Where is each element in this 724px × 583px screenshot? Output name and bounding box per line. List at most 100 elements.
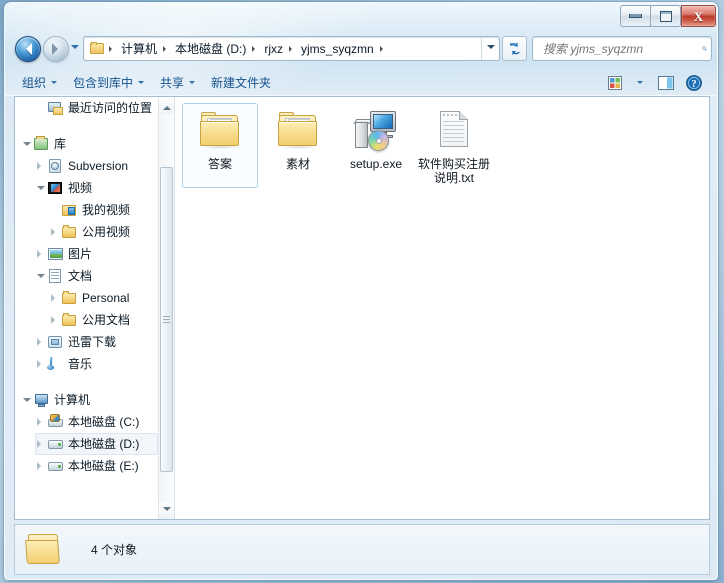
breadcrumb-item-1[interactable]: 本地磁盘 (D:) [172,38,249,59]
expand-toggle-icon[interactable] [49,316,61,324]
preview-pane-icon [658,75,674,90]
refresh-button[interactable] [502,36,527,61]
collapse-toggle-icon[interactable] [35,182,47,194]
change-view-button[interactable] [604,73,625,92]
minimize-icon [629,14,642,18]
file-item[interactable]: 素材 [260,103,336,188]
explorer-body: 最近访问的位置库 Subversion 视频我的视频公用视频图片文档 Personal… [14,96,710,520]
view-options-icon [607,75,622,90]
sidebar-item-label: 文档 [68,269,93,283]
breadcrumb-separator-icon[interactable] [109,45,115,52]
hard-disk-icon [47,458,64,474]
share-with-button[interactable]: 共享 [152,70,203,95]
text-file-icon [430,108,478,154]
scroll-up-button[interactable] [159,97,174,114]
collapse-toggle-icon[interactable] [21,138,33,150]
address-bar[interactable]: 计算机 本地磁盘 (D:) rjxz yjms_syqzmn [83,36,500,61]
sidebar-item-label: 音乐 [68,357,93,371]
file-item[interactable]: 软件购买注册说明.txt [416,103,492,188]
folder-blue-icon [61,202,78,218]
include-in-library-button[interactable]: 包含到库中 [65,70,152,95]
sidebar-item-2[interactable]: 库 [21,133,158,155]
sidebar-item-label: 公用视频 [82,225,131,239]
sidebar-item-17[interactable]: 本地磁盘 (E:) [35,455,158,477]
close-button[interactable]: X [681,5,716,27]
sidebar-item-14[interactable]: 计算机 [21,389,158,411]
status-bar: 4 个对象 [14,524,710,575]
folder-icon [61,290,78,306]
scroll-down-button[interactable] [159,502,174,519]
breadcrumb-separator-icon[interactable] [289,45,295,52]
sidebar-item-10[interactable]: 公用文档 [49,309,158,331]
expand-toggle-icon[interactable] [35,162,47,170]
navigation-row: 计算机 本地磁盘 (D:) rjxz yjms_syqzmn [5,33,717,65]
folder-icon [90,42,105,55]
expand-toggle-icon[interactable] [35,360,47,368]
sidebar-item-7[interactable]: 图片 [35,243,158,265]
file-item[interactable]: 答案 [182,103,258,188]
minimize-button[interactable] [620,5,651,27]
back-button[interactable] [15,36,41,62]
navigation-pane-scrollbar[interactable] [158,97,174,519]
arrow-right-icon [52,43,64,55]
collapse-toggle-icon[interactable] [35,270,47,282]
toolbar-right-group: ? [604,73,710,92]
search-box[interactable] [532,36,712,61]
expand-toggle-icon[interactable] [35,462,47,470]
sidebar-item-label: 最近访问的位置 [68,101,153,115]
caret-up-icon [162,102,171,110]
breadcrumb-item-3[interactable]: yjms_syqzmn [298,40,377,58]
sidebar-item-label: 本地磁盘 (E:) [68,459,139,473]
chevron-down-icon [138,81,145,87]
sidebar-item-3[interactable]: Subversion [35,155,158,177]
maximize-button[interactable] [650,5,681,27]
expand-toggle-icon[interactable] [35,250,47,258]
file-name-label: setup.exe [349,157,403,171]
search-input[interactable] [541,40,702,57]
view-dropdown-button[interactable] [629,73,650,92]
sidebar-item-4[interactable]: 视频 [35,177,158,199]
address-dropdown-button[interactable] [481,37,499,60]
sidebar-item-9[interactable]: Personal [49,287,158,309]
close-icon: X [693,8,704,24]
search-icon[interactable] [702,41,707,56]
breadcrumb-item-2[interactable]: rjxz [261,40,286,58]
refresh-icon [509,41,520,55]
expand-toggle-icon[interactable] [35,418,47,426]
expand-toggle-icon[interactable] [35,440,47,448]
help-button[interactable]: ? [682,73,706,92]
share-with-label: 共享 [160,76,185,90]
documents-library-icon [47,268,64,284]
sidebar-item-16[interactable]: 本地磁盘 (D:) [35,433,158,455]
sidebar-item-15[interactable]: 本地磁盘 (C:) [35,411,158,433]
expand-toggle-icon[interactable] [49,228,61,236]
recent-pages-dropdown[interactable] [71,45,79,53]
sidebar-item-0[interactable]: 最近访问的位置 [35,97,158,119]
preview-pane-button[interactable] [654,73,678,92]
sidebar-item-label: 我的视频 [82,203,131,217]
breadcrumb-separator-icon[interactable] [163,45,169,52]
collapse-toggle-icon[interactable] [21,394,33,406]
sidebar-item-11[interactable]: 迅雷下载 [35,331,158,353]
sidebar-item-5[interactable]: 我的视频 [49,199,158,221]
sidebar-item-label: 计算机 [54,393,91,407]
new-folder-button[interactable]: 新建文件夹 [203,70,279,95]
sidebar-item-6[interactable]: 公用视频 [49,221,158,243]
organize-button[interactable]: 组织 [14,70,65,95]
scrollbar-thumb[interactable] [160,167,173,472]
maximize-icon [659,10,672,22]
breadcrumb-separator-icon[interactable] [252,45,258,52]
sidebar-item-label: 本地磁盘 (D:) [68,437,140,451]
sidebar-item-label: 迅雷下载 [68,335,117,349]
expand-toggle-icon[interactable] [35,338,47,346]
chevron-down-icon [189,81,196,87]
forward-button[interactable] [43,36,69,62]
file-list-view[interactable]: 答案 素材 setup.exe 软件购买注册说明.txt [175,97,709,519]
breadcrumb-item-0[interactable]: 计算机 [118,38,160,59]
file-item[interactable]: setup.exe [338,103,414,188]
expand-toggle-icon[interactable] [49,294,61,302]
sidebar-item-12[interactable]: 音乐 [35,353,158,375]
recent-places-icon [47,100,64,116]
sidebar-item-8[interactable]: 文档 [35,265,158,287]
breadcrumb-separator-icon[interactable] [379,45,386,52]
